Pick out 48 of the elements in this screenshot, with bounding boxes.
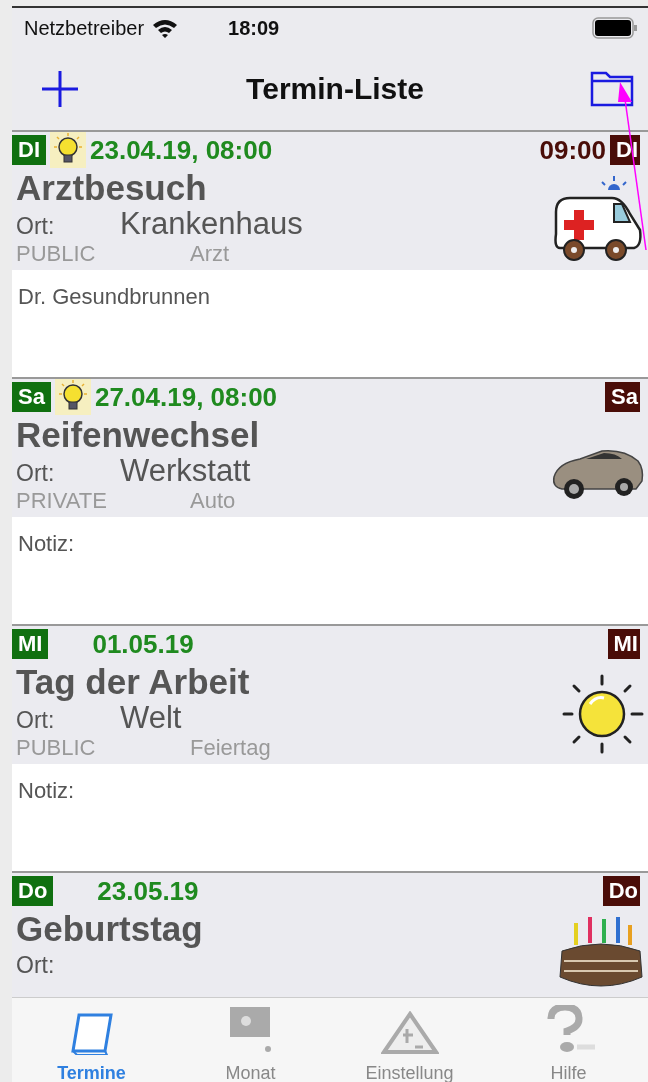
place-value: Krankenhaus [120,208,303,240]
appointment-date: 23.04.19, 08:00 [90,134,273,166]
place-label: Ort: [16,951,56,980]
notepad-icon [68,1011,115,1055]
lightbulb-icon [50,132,86,168]
category-label: Arzt [190,242,230,266]
weekday-badge: MI [12,629,49,659]
tab-button[interactable]: Termine [16,998,167,1082]
lightbulb-icon [54,379,91,415]
weekday-badge: Do [602,876,640,906]
visibility-label: PUBLIC [16,736,97,760]
weekday-badge: DI [12,135,46,165]
category-label: Feiertag [190,736,271,760]
weekday-badge: Sa [12,382,51,412]
tab-button[interactable]: Einstellung [334,998,485,1082]
weekday-badge: Do [12,876,54,906]
wifi-icon [152,18,179,38]
note-text: Notiz: [18,531,75,556]
tab-button[interactable]: Hilfe [493,998,644,1082]
place-label: Ort: [16,212,56,241]
carrier-name: Netzbetreiber [24,16,145,40]
appointment-title: Geburtstag [16,909,204,949]
appointment-date: 23.05.19 [97,875,199,907]
folder-icon[interactable] [590,69,636,109]
visibility-label: PUBLIC [16,242,97,266]
warning-sign-icon [380,1011,439,1055]
battery-icon [592,17,638,39]
place-label: Ort: [16,459,56,488]
clock-time: 18:09 [228,16,280,40]
appointment-date: 01.05.19 [92,628,194,660]
place-value: Welt [120,702,182,734]
place-label: Ort: [16,706,56,735]
screen-title: Termin-Liste [246,72,424,106]
appointment-title: Tag der Arbeit [16,662,251,702]
visibility-label: PRIVATE [16,489,108,513]
end-time: 09:00 [539,134,606,166]
appointment-title: Reifenwechsel [16,415,261,455]
category-label: Auto [190,489,236,513]
board-icon [227,1005,274,1055]
appointment-date: 27.04.19, 08:00 [94,381,278,413]
appointment-title: Arztbesuch [16,168,208,208]
place-value: Werkstatt [120,455,251,487]
note-text: Notiz: [18,778,75,803]
weekday-badge: MI [607,629,640,659]
add-icon[interactable] [40,69,80,109]
weekday-badge: Sa [605,382,640,412]
note-text: Dr. Gesundbrunnen [18,284,211,309]
tab-button[interactable]: Monat [175,998,326,1082]
